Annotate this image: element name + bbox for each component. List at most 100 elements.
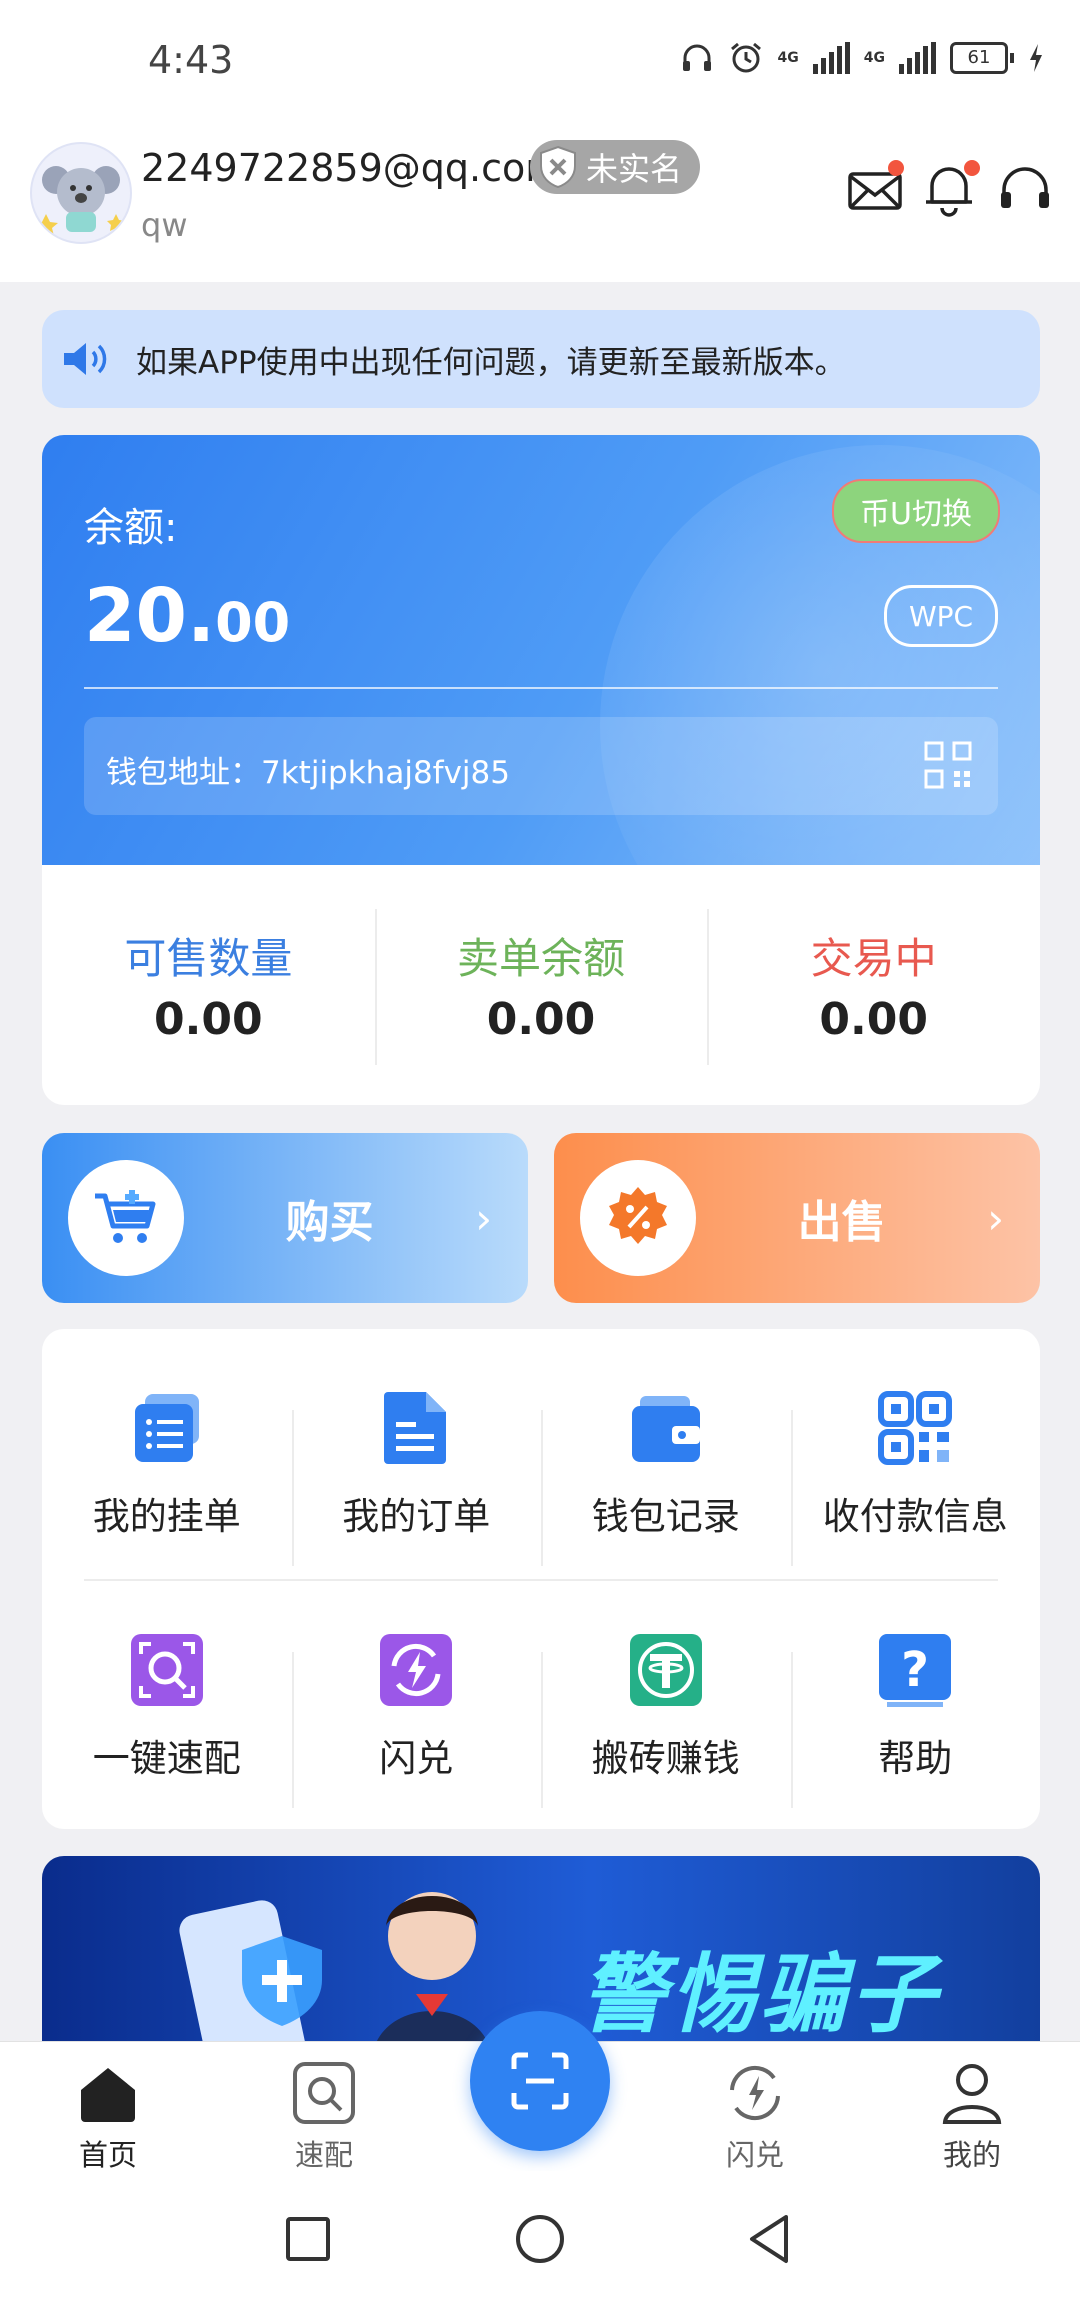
balance-decimal: 00: [215, 591, 291, 654]
menu-payment-info-label: 收付款信息: [822, 1495, 1008, 1538]
currency-button[interactable]: WPC: [884, 585, 998, 647]
exchange-icon: [730, 2065, 780, 2121]
menu-my-listings[interactable]: 我的挂单: [42, 1364, 292, 1564]
qr-code-icon[interactable]: [922, 739, 974, 791]
mail-button[interactable]: [846, 160, 904, 218]
menu-my-orders-label: 我的订单: [342, 1495, 491, 1538]
cart-icon: [95, 1190, 156, 1243]
user-nickname: qw: [141, 206, 188, 244]
battery-icon: 61: [950, 42, 1014, 74]
alarm-icon: [730, 42, 761, 73]
stat-available: 可售数量 0.00: [42, 865, 375, 1105]
menu-wallet-records-label: 钱包记录: [591, 1495, 740, 1538]
signal-strength-2-icon: [899, 42, 936, 74]
nav-match[interactable]: 速配: [264, 2060, 384, 2174]
realname-status-text: 未实名: [586, 150, 683, 188]
card-divider: [84, 687, 998, 689]
buy-icon-circle: [68, 1160, 184, 1276]
battery-level: 61: [950, 42, 1008, 74]
mail-unread-dot: [888, 160, 904, 176]
menu-row-2: 一键速配 闪兑 搬砖赚钱 ? 帮助: [42, 1606, 1041, 1808]
balance-label: 余额:: [84, 505, 178, 551]
stat-trading-value: 0.00: [819, 994, 928, 1045]
status-icons: 4G 4G 61: [680, 40, 1044, 76]
menu-help[interactable]: ? 帮助: [790, 1606, 1041, 1808]
nav-profile[interactable]: 我的: [912, 2060, 1032, 2174]
stat-sell-balance-label: 卖单余额: [457, 934, 626, 983]
notification-button[interactable]: [920, 160, 980, 218]
balance-card: 余额: 20.00 币U切换 WPC 钱包地址：7ktjipkhaj8fvj85: [42, 435, 1040, 865]
headset-icon: [1001, 167, 1049, 208]
balance-value: 20.00: [84, 573, 290, 659]
menu-arbitrage[interactable]: 搬砖赚钱: [541, 1606, 791, 1808]
headphone-status-icon: [682, 44, 711, 71]
menu-payment-info[interactable]: 收付款信息: [790, 1364, 1041, 1566]
stat-available-value: 0.00: [154, 994, 263, 1045]
notification-unread-dot: [964, 160, 980, 176]
customer-service-button[interactable]: [996, 160, 1054, 218]
menu-flash-exchange-label: 闪兑: [379, 1737, 454, 1780]
realname-status-badge[interactable]: 未实名: [530, 140, 701, 194]
menu-wallet-records[interactable]: 钱包记录: [541, 1364, 791, 1566]
menu-quick-match[interactable]: 一键速配: [42, 1606, 292, 1806]
nav-home-label: 首页: [78, 2138, 137, 2172]
order-icon: [384, 1392, 447, 1464]
speaker-icon: [64, 343, 107, 375]
back-icon[interactable]: [742, 2211, 798, 2267]
status-time: 4:43: [148, 38, 234, 82]
recent-apps-icon[interactable]: [280, 2211, 336, 2267]
feature-menu-card: 我的挂单 我的订单 钱包记录 收付款信息 一键速配 闪兑 搬砖赚钱 ? 帮助: [42, 1329, 1040, 1829]
svg-text:?: ?: [901, 1642, 929, 1698]
menu-flash-exchange[interactable]: 闪兑: [291, 1606, 542, 1808]
nav-exchange[interactable]: 闪兑: [695, 2060, 815, 2174]
shield-x-icon: [540, 145, 576, 189]
scan-icon: [511, 2052, 569, 2110]
stat-sell-balance-value: 0.00: [486, 994, 596, 1045]
sell-button[interactable]: 出售 ›: [554, 1133, 1040, 1303]
buy-button[interactable]: 购买 ›: [42, 1133, 528, 1303]
nav-home[interactable]: 首页: [48, 2060, 168, 2174]
home-icon: [81, 2068, 135, 2122]
notice-text: 如果APP使用中出现任何问题，请更新至最新版本。: [136, 344, 846, 381]
stat-sell-balance: 卖单余额 0.00: [374, 865, 708, 1105]
sell-label: 出售: [797, 1197, 886, 1248]
list-icon: [134, 1394, 199, 1462]
buy-label: 购买: [285, 1197, 374, 1248]
menu-my-listings-label: 我的挂单: [92, 1495, 241, 1538]
signal-strength-1-icon: [812, 42, 850, 74]
sell-icon-circle: [580, 1160, 696, 1276]
buy-chevron-icon: ›: [475, 1193, 492, 1243]
menu-arbitrage-label: 搬砖赚钱: [591, 1737, 740, 1780]
quick-match-icon: [130, 1634, 203, 1706]
qr-payment-icon: [878, 1391, 953, 1465]
scan-button[interactable]: [470, 2011, 610, 2151]
flash-exchange-icon: [380, 1634, 453, 1706]
system-navigation-bar: [0, 2171, 1080, 2310]
profile-icon: [942, 2064, 1002, 2124]
koala-avatar-icon: [34, 166, 125, 236]
coin-switch-button[interactable]: 币U切换: [832, 479, 1000, 543]
network-type-2: 4G: [863, 50, 885, 66]
stats-panel: 可售数量 0.00 卖单余额 0.00 交易中 0.00: [42, 865, 1040, 1105]
wallet-icon: [631, 1396, 700, 1462]
avatar[interactable]: [30, 142, 132, 244]
wallet-address-row[interactable]: 钱包地址：7ktjipkhaj8fvj85: [84, 717, 998, 815]
nav-profile-label: 我的: [942, 2138, 1001, 2172]
menu-my-orders[interactable]: 我的订单: [291, 1364, 542, 1566]
home-circle-icon[interactable]: [512, 2211, 568, 2267]
discount-badge-icon: [609, 1187, 667, 1244]
stat-trading: 交易中 0.00: [707, 865, 1040, 1105]
notice-banner[interactable]: 如果APP使用中出现任何问题，请更新至最新版本。: [42, 310, 1040, 408]
network-type-1: 4G: [777, 50, 799, 66]
nav-match-label: 速配: [294, 2138, 353, 2172]
tether-icon: [629, 1634, 702, 1706]
help-icon: ?: [879, 1634, 952, 1707]
customer-service-agent-illustration: [374, 1892, 490, 2046]
wallet-address-text: 钱包地址：7ktjipkhaj8fvj85: [106, 755, 510, 791]
sell-chevron-icon: ›: [987, 1193, 1004, 1243]
menu-help-label: 帮助: [878, 1737, 953, 1780]
menu-row-1: 我的挂单 我的订单 钱包记录 收付款信息: [42, 1364, 1041, 1566]
match-icon: [293, 2062, 355, 2124]
balance-integer: 20.: [84, 573, 216, 659]
menu-quick-match-label: 一键速配: [92, 1737, 241, 1780]
